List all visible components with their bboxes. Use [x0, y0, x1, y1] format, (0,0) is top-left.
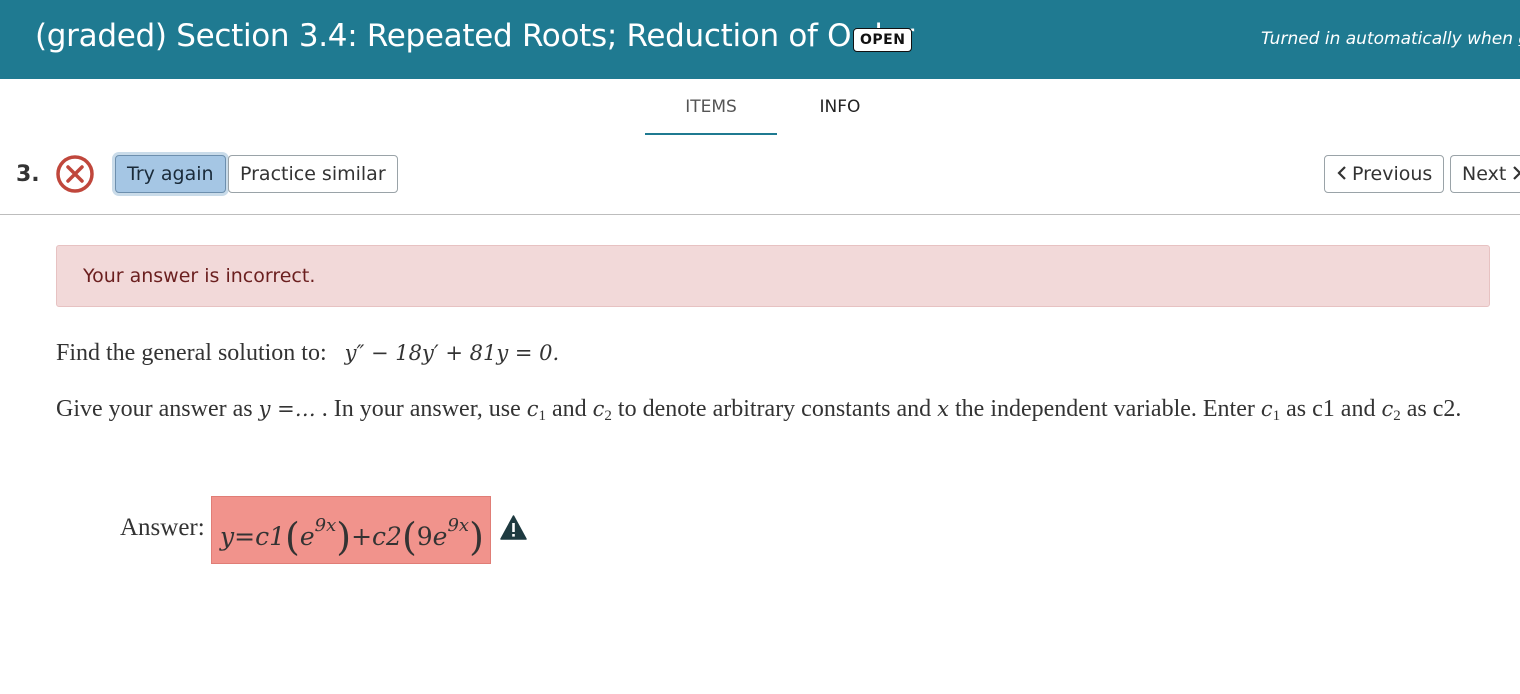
- problem-prompt: Find the general solution to:: [56, 340, 327, 366]
- ans-c2: c2: [372, 522, 402, 551]
- status-badge: OPEN: [853, 28, 913, 52]
- assignment-header: (graded) Section 3.4: Repeated Roots; Re…: [0, 0, 1520, 79]
- chevron-right-icon: [1513, 166, 1520, 180]
- incorrect-alert: Your answer is incorrect.: [56, 245, 1490, 307]
- assignment-title: (graded) Section 3.4: Repeated Roots; Re…: [35, 18, 914, 54]
- ans-rparen: ): [336, 515, 352, 559]
- tab-items[interactable]: ITEMS: [645, 79, 777, 135]
- subscript-1: 1: [538, 408, 547, 424]
- ans-e: e: [299, 522, 315, 551]
- instructions-text: Give your answer as: [56, 396, 259, 422]
- y-equals: y =: [258, 397, 295, 421]
- ans-exp: 9x: [314, 515, 337, 536]
- ans-y: y: [220, 522, 235, 551]
- question-toolbar: 3. Try again Practice similar Previous N…: [0, 135, 1520, 215]
- instructions-text: . In your answer, use: [315, 396, 527, 422]
- ans-lparen: (: [401, 515, 417, 559]
- var-x: x: [937, 397, 949, 421]
- answer-expression: y=c1(e9x)+c2(9e9x): [220, 515, 484, 559]
- warning-triangle-icon[interactable]: [500, 515, 527, 540]
- answer-label: Answer:: [120, 514, 205, 541]
- answer-input[interactable]: y=c1(e9x)+c2(9e9x): [211, 496, 491, 564]
- instructions-text: as c1 and: [1280, 396, 1382, 422]
- ans-plus: +: [351, 522, 373, 551]
- const-c: c: [592, 397, 605, 421]
- turnin-notice: Turned in automatically when du: [1261, 29, 1520, 49]
- practice-similar-button[interactable]: Practice similar: [228, 155, 398, 193]
- ans-c1: c1: [255, 522, 285, 551]
- turnin-text: Turned in automatically when: [1261, 29, 1519, 49]
- const-c: c: [1260, 397, 1273, 421]
- problem-statement: Find the general solution to: y″ − 18y′ …: [56, 340, 559, 367]
- try-again-button[interactable]: Try again: [115, 155, 226, 193]
- x-circle-icon: [56, 155, 94, 193]
- problem-equation: y″ − 18y′ + 81y = 0.: [344, 341, 560, 365]
- const-c: c: [526, 397, 539, 421]
- ans-lparen: (: [285, 515, 300, 559]
- problem-instructions: Give your answer as y =… . In your answe…: [56, 391, 1486, 434]
- previous-label: Previous: [1352, 163, 1433, 185]
- chevron-left-icon: [1337, 166, 1346, 180]
- ans-nine: 9: [416, 522, 433, 551]
- tab-info[interactable]: INFO: [785, 79, 895, 133]
- subscript-2: 2: [604, 408, 612, 424]
- instructions-text: and: [546, 396, 593, 422]
- next-label: Next: [1462, 163, 1507, 185]
- subscript-2: 2: [1393, 408, 1401, 424]
- instructions-text: the independent variable. Enter: [949, 396, 1261, 422]
- ellipsis: …: [294, 397, 316, 421]
- instructions-text: as c2.: [1400, 396, 1462, 422]
- ans-e: e: [432, 522, 448, 551]
- ans-eq: =: [234, 522, 256, 551]
- ans-rparen: ): [469, 515, 484, 559]
- const-c: c: [1381, 397, 1394, 421]
- question-number: 3.: [16, 162, 40, 187]
- previous-button[interactable]: Previous: [1324, 155, 1445, 193]
- ans-exp: 9x: [447, 515, 470, 536]
- next-button[interactable]: Next: [1450, 155, 1520, 193]
- instructions-text: to denote arbitrary constants and: [611, 396, 938, 422]
